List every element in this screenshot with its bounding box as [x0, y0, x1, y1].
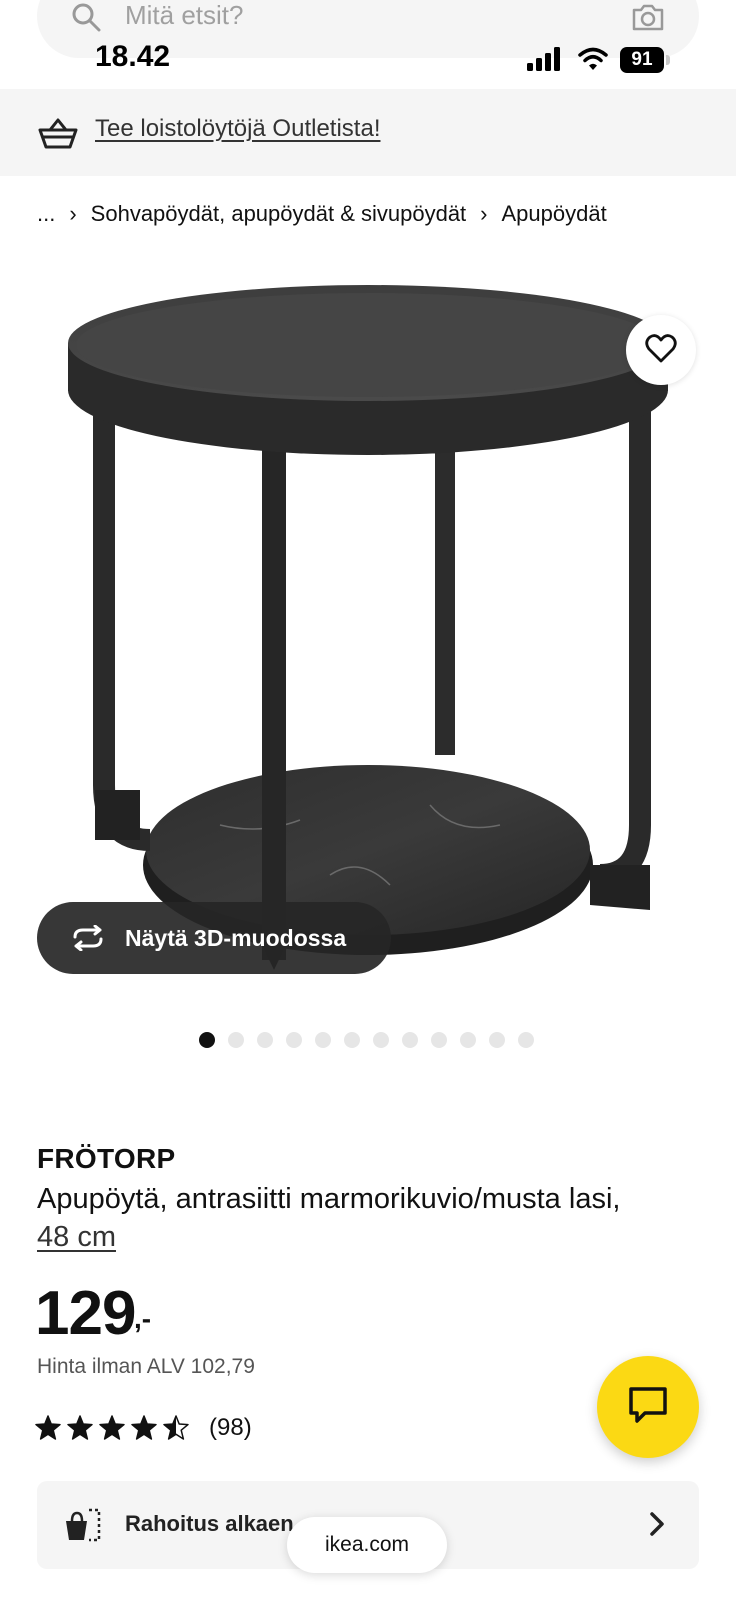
payment-bag-icon [63, 1507, 101, 1548]
carousel-dot[interactable] [489, 1032, 505, 1048]
carousel-dot[interactable] [286, 1032, 302, 1048]
camera-icon[interactable] [631, 2, 665, 37]
financing-label: Rahoitus alkaen [125, 1511, 294, 1536]
product-name: FRÖTORP [37, 1143, 176, 1174]
breadcrumb-item[interactable]: ... [37, 201, 55, 227]
star-icon [35, 1415, 61, 1441]
chevron-right-icon [649, 1511, 665, 1542]
product-size-link[interactable]: 48 cm [37, 1221, 116, 1253]
status-time: 18.42 [95, 40, 171, 73]
battery-indicator: 91 [620, 47, 664, 73]
star-icon [67, 1415, 93, 1441]
product-price: 129 [35, 1279, 136, 1348]
breadcrumb: ... › Sohvapöydät, apupöydät & sivupöydä… [37, 201, 607, 227]
search-icon [71, 2, 101, 37]
view-3d-button[interactable]: Näytä 3D-muodossa [37, 902, 391, 974]
product-rating[interactable]: (98) [35, 1414, 252, 1442]
star-icon [131, 1415, 157, 1441]
chat-button[interactable] [597, 1356, 699, 1458]
star-icon [163, 1415, 189, 1441]
chevron-right-icon: › [69, 201, 77, 226]
star-icon [99, 1415, 125, 1441]
carousel-dot[interactable] [431, 1032, 447, 1048]
chevron-right-icon: › [480, 201, 488, 226]
battery-tip [666, 55, 670, 65]
carousel-dot[interactable] [315, 1032, 331, 1048]
carousel-dot[interactable] [199, 1032, 215, 1048]
heart-icon [645, 333, 677, 368]
shopping-basket-icon [38, 117, 78, 154]
carousel-dot[interactable] [373, 1032, 389, 1048]
outlet-link[interactable]: Tee loistolöytöjä Outletista! [95, 115, 380, 143]
carousel-dot[interactable] [257, 1032, 273, 1048]
wifi-icon [578, 47, 608, 76]
carousel-dot[interactable] [460, 1032, 476, 1048]
carousel-dot[interactable] [228, 1032, 244, 1048]
promo-banner[interactable]: Tee loistolöytöjä Outletista! [0, 89, 736, 176]
carousel-dot[interactable] [402, 1032, 418, 1048]
carousel-dot[interactable] [518, 1032, 534, 1048]
product-description: Apupöytä, antrasiitti marmorikuvio/musta… [37, 1180, 697, 1256]
review-count: (98) [209, 1414, 252, 1441]
breadcrumb-item[interactable]: Sohvapöydät, apupöydät & sivupöydät [91, 201, 467, 227]
product-description-text: Apupöytä, antrasiitti marmorikuvio/musta… [37, 1183, 621, 1215]
add-to-favourites-button[interactable] [626, 315, 696, 385]
search-input[interactable]: Mitä etsit? [125, 0, 244, 31]
browser-url-pill[interactable]: ikea.com [287, 1517, 447, 1573]
rating-stars [35, 1415, 195, 1441]
image-carousel-indicator[interactable] [199, 1032, 534, 1048]
chat-bubble-icon [628, 1386, 668, 1429]
carousel-dot[interactable] [344, 1032, 360, 1048]
view-3d-label: Näytä 3D-muodossa [125, 924, 347, 951]
price-without-vat: Hinta ilman ALV 102,79 [37, 1355, 255, 1378]
breadcrumb-item[interactable]: Apupöydät [502, 201, 607, 227]
rotate-3d-icon [69, 925, 107, 951]
price-suffix: ,- [134, 1303, 152, 1334]
cellular-signal-icon [527, 47, 563, 76]
